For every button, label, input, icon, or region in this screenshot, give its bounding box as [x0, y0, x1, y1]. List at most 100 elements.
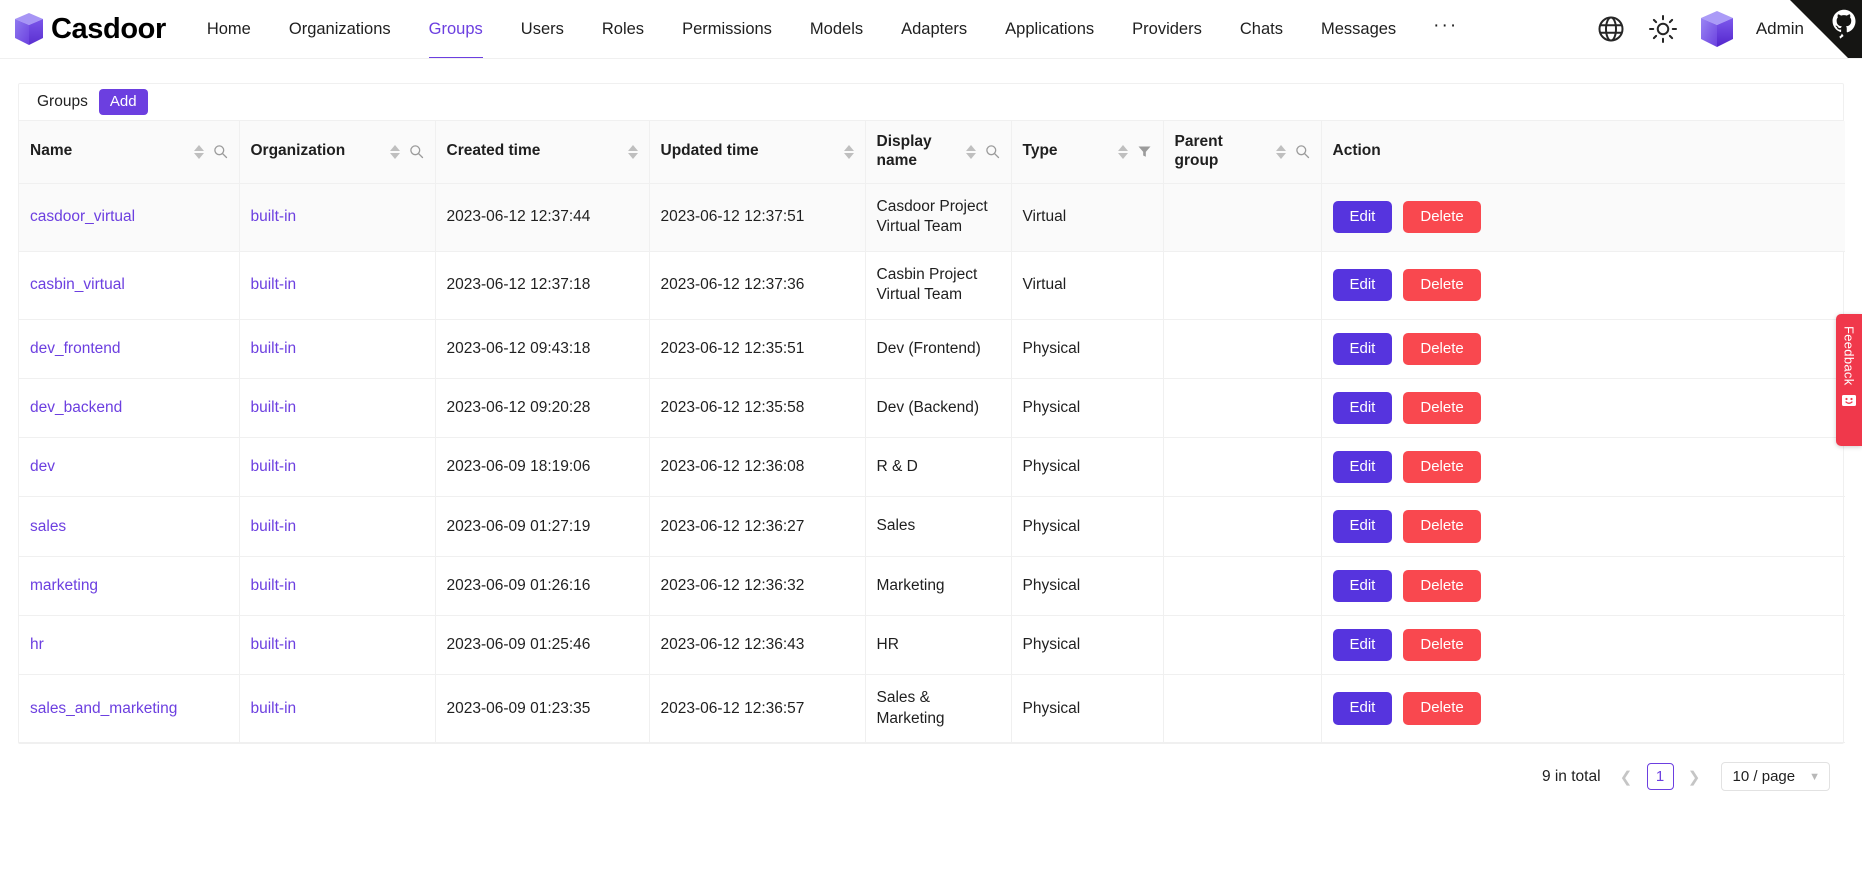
created-time-cell: 2023-06-09 18:19:06	[435, 438, 649, 497]
edit-button[interactable]: Edit	[1333, 451, 1393, 483]
delete-button[interactable]: Delete	[1403, 451, 1480, 483]
organization[interactable]: built-in	[251, 276, 297, 293]
edit-button[interactable]: Edit	[1333, 692, 1393, 724]
group-name[interactable]: dev_backend	[30, 399, 122, 416]
delete-button[interactable]: Delete	[1403, 692, 1480, 724]
delete-button[interactable]: Delete	[1403, 201, 1480, 233]
nav-item-applications[interactable]: Applications	[986, 0, 1113, 59]
chevron-right-icon[interactable]: ❯	[1683, 765, 1706, 788]
group-type: Physical	[1023, 340, 1081, 357]
search-icon[interactable]	[213, 144, 228, 159]
sort-toggle-parent-group[interactable]	[1276, 145, 1286, 159]
sort-toggle-organization[interactable]	[390, 145, 400, 159]
organization-cell: built-in	[239, 183, 435, 251]
row-actions: Edit Delete	[1333, 510, 1835, 542]
nav-item-adapters[interactable]: Adapters	[882, 0, 986, 59]
group-name[interactable]: casbin_virtual	[30, 276, 125, 293]
edit-button[interactable]: Edit	[1333, 629, 1393, 661]
column-header-parent-group[interactable]: Parent group	[1163, 121, 1321, 183]
cube-icon[interactable]	[1700, 10, 1734, 48]
group-name[interactable]: dev	[30, 458, 55, 475]
column-header-name[interactable]: Name	[19, 121, 239, 183]
display-name: Dev (Backend)	[877, 399, 980, 416]
nav-item-models[interactable]: Models	[791, 0, 882, 59]
delete-button[interactable]: Delete	[1403, 570, 1480, 602]
column-header-created-time[interactable]: Created time	[435, 121, 649, 183]
delete-button[interactable]: Delete	[1403, 629, 1480, 661]
edit-button[interactable]: Edit	[1333, 392, 1393, 424]
column-header-updated-time[interactable]: Updated time	[649, 121, 865, 183]
group-name[interactable]: casdoor_virtual	[30, 208, 135, 225]
feedback-tab[interactable]: Feedback	[1836, 314, 1862, 446]
edit-button[interactable]: Edit	[1333, 510, 1393, 542]
group-name[interactable]: hr	[30, 636, 44, 653]
nav-item-messages[interactable]: Messages	[1302, 0, 1415, 59]
group-type-cell: Physical	[1011, 319, 1163, 378]
group-name[interactable]: dev_frontend	[30, 340, 121, 357]
action-cell: Edit Delete	[1321, 251, 1845, 319]
nav-item-chats[interactable]: Chats	[1221, 0, 1302, 59]
search-icon[interactable]	[409, 144, 424, 159]
table-row: casdoor_virtualbuilt-in2023-06-12 12:37:…	[19, 183, 1845, 251]
nav-item-groups[interactable]: Groups	[410, 0, 502, 59]
updated-time: 2023-06-12 12:35:58	[661, 399, 805, 416]
column-header-organization[interactable]: Organization	[239, 121, 435, 183]
sort-toggle-display-name[interactable]	[966, 145, 976, 159]
delete-button[interactable]: Delete	[1403, 333, 1480, 365]
organization[interactable]: built-in	[251, 518, 297, 535]
edit-button[interactable]: Edit	[1333, 570, 1393, 602]
organization[interactable]: built-in	[251, 399, 297, 416]
organization[interactable]: built-in	[251, 340, 297, 357]
brand[interactable]: Casdoor	[14, 12, 166, 46]
organization[interactable]: built-in	[251, 700, 297, 717]
group-type-cell: Physical	[1011, 378, 1163, 437]
nav-item-organizations[interactable]: Organizations	[270, 0, 410, 59]
column-header-type[interactable]: Type	[1011, 121, 1163, 183]
action-cell: Edit Delete	[1321, 556, 1845, 615]
edit-button[interactable]: Edit	[1333, 269, 1393, 301]
column-header-display-name[interactable]: Display name	[865, 121, 1011, 183]
delete-button[interactable]: Delete	[1403, 392, 1480, 424]
organization[interactable]: built-in	[251, 577, 297, 594]
action-cell: Edit Delete	[1321, 497, 1845, 556]
chevron-down-icon: ▼	[1809, 771, 1820, 783]
pagination-page-1[interactable]: 1	[1647, 763, 1674, 790]
sort-toggle-name[interactable]	[194, 145, 204, 159]
group-name[interactable]: sales	[30, 518, 66, 535]
table-header-row: Name Organization	[19, 121, 1845, 183]
filter-icon[interactable]	[1137, 144, 1152, 159]
nav-item-home[interactable]: Home	[188, 0, 270, 59]
sun-icon[interactable]	[1648, 14, 1678, 44]
smiley-icon	[1841, 393, 1857, 409]
edit-button[interactable]: Edit	[1333, 201, 1393, 233]
nav-overflow-button[interactable]: ···	[1415, 0, 1476, 59]
sort-toggle-updated-time[interactable]	[844, 145, 854, 159]
nav-item-users[interactable]: Users	[502, 0, 583, 59]
edit-button[interactable]: Edit	[1333, 333, 1393, 365]
globe-icon[interactable]	[1596, 14, 1626, 44]
organization[interactable]: built-in	[251, 208, 297, 225]
organization[interactable]: built-in	[251, 458, 297, 475]
created-time-cell: 2023-06-09 01:26:16	[435, 556, 649, 615]
delete-button[interactable]: Delete	[1403, 510, 1480, 542]
nav-item-providers[interactable]: Providers	[1113, 0, 1221, 59]
nav-item-roles[interactable]: Roles	[583, 0, 663, 59]
group-name[interactable]: marketing	[30, 577, 98, 594]
search-icon[interactable]	[985, 144, 1000, 159]
display-name: Casdoor Project Virtual Team	[877, 198, 988, 235]
delete-button[interactable]: Delete	[1403, 269, 1480, 301]
organization-cell: built-in	[239, 556, 435, 615]
chevron-left-icon[interactable]: ❮	[1615, 765, 1638, 788]
nav-item-permissions[interactable]: Permissions	[663, 0, 791, 59]
search-icon[interactable]	[1295, 144, 1310, 159]
parent-group-cell	[1163, 378, 1321, 437]
sort-toggle-type[interactable]	[1118, 145, 1128, 159]
action-cell: Edit Delete	[1321, 378, 1845, 437]
organization[interactable]: built-in	[251, 636, 297, 653]
github-corner-icon[interactable]	[1790, 0, 1862, 59]
page-size-select[interactable]: 10 / page ▼	[1721, 762, 1830, 791]
updated-time: 2023-06-12 12:36:32	[661, 577, 805, 594]
add-group-button[interactable]: Add	[99, 89, 148, 115]
group-name[interactable]: sales_and_marketing	[30, 700, 177, 717]
sort-toggle-created-time[interactable]	[628, 145, 638, 159]
